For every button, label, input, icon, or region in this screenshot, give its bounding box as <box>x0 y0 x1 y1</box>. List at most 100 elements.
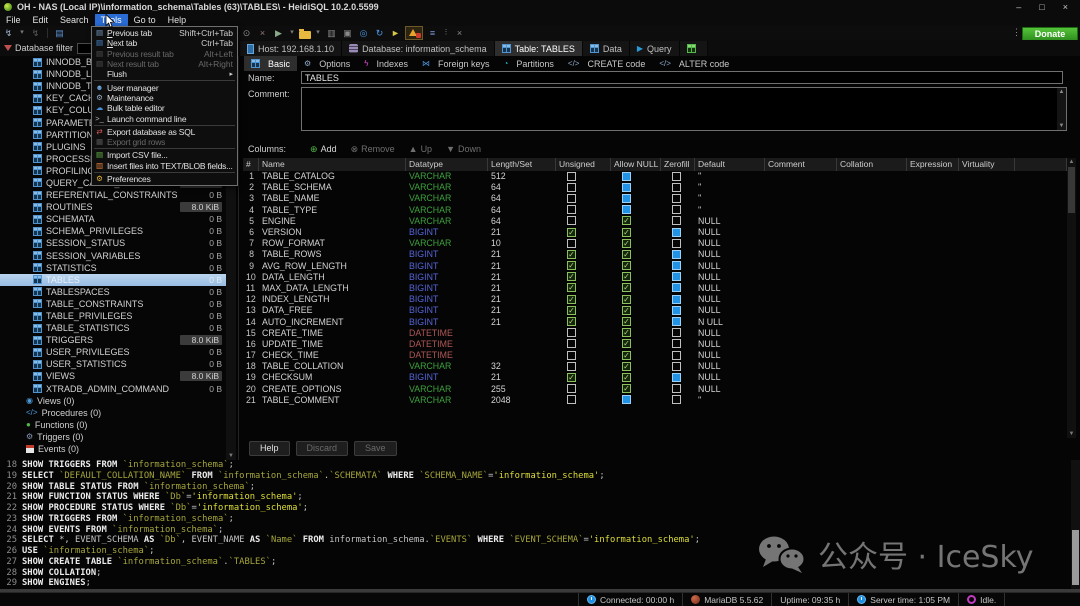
grid-row-table-catalog[interactable]: 1TABLE_CATALOGVARCHAR512'' <box>243 171 1067 182</box>
cell-length[interactable]: 21 <box>488 317 556 327</box>
menu-search[interactable]: Search <box>54 14 95 26</box>
donate-button[interactable]: Donate <box>1022 27 1078 41</box>
cell-datatype[interactable]: BIGINT <box>406 305 488 315</box>
grid-row-table-schema[interactable]: 2TABLE_SCHEMAVARCHAR64'' <box>243 182 1067 193</box>
subtab-foreign-keys[interactable]: ⋈Foreign keys <box>415 56 497 71</box>
grid-row-check-time[interactable]: 17CHECK_TIMEDATETIMENULL <box>243 350 1067 361</box>
menu-edit[interactable]: Edit <box>27 14 55 26</box>
checkbox-allow-null[interactable] <box>622 216 631 225</box>
checkbox-unsigned[interactable] <box>567 239 576 248</box>
cell-length[interactable]: 64 <box>488 216 556 226</box>
grid-row-data-length[interactable]: 10DATA_LENGTHBIGINT21NULL <box>243 271 1067 282</box>
tree-item-procedures-0[interactable]: </>Procedures (0) <box>0 407 226 419</box>
checkbox-allow-null[interactable] <box>622 306 631 315</box>
grid-header-filler[interactable] <box>1015 158 1067 171</box>
menu-go-to[interactable]: Go to <box>128 14 162 26</box>
cell-datatype[interactable]: VARCHAR <box>406 193 488 203</box>
grid-header-zerofill[interactable]: Zerofill <box>661 158 695 171</box>
checkbox-allow-null[interactable] <box>622 205 631 214</box>
grid-header-unsigned[interactable]: Unsigned <box>556 158 611 171</box>
tree-item-tables[interactable]: TABLES0 B <box>0 274 226 286</box>
grid-row-max-data-length[interactable]: 11MAX_DATA_LENGTHBIGINT21NULL <box>243 282 1067 293</box>
cell-datatype[interactable]: BIGINT <box>406 272 488 282</box>
cell-default[interactable]: NULL <box>695 227 765 237</box>
checkbox-zerofill[interactable] <box>672 373 681 382</box>
save-button[interactable]: Save <box>354 441 397 456</box>
grid-row-update-time[interactable]: 16UPDATE_TIMEDATETIMENULL <box>243 338 1067 349</box>
checkbox-zerofill[interactable] <box>672 362 681 371</box>
checkbox-allow-null[interactable] <box>622 261 631 270</box>
cell-length[interactable]: 32 <box>488 361 556 371</box>
table-name-input[interactable] <box>301 71 1063 84</box>
tree-item-table-privileges[interactable]: TABLE_PRIVILEGES0 B <box>0 310 226 322</box>
menu-item-next-tab[interactable]: ▤Next tabCtrl+Tab <box>92 38 237 48</box>
grid-row-avg-row-length[interactable]: 9AVG_ROW_LENGTHBIGINT21NULL <box>243 260 1067 271</box>
help-button[interactable]: Help <box>249 441 290 456</box>
tree-item-events-0[interactable]: Events (0) <box>0 443 226 455</box>
folder-dropdown-icon[interactable]: ▾ <box>314 26 322 40</box>
warning-icon[interactable] <box>405 26 423 40</box>
scroll-down-icon[interactable]: ▼ <box>1067 430 1076 438</box>
menu-item-export-database-as-sql[interactable]: ⇄Export database as SQL <box>92 127 237 137</box>
cell-length[interactable]: 21 <box>488 272 556 282</box>
menu-item-preferences[interactable]: ⚙Preferences <box>92 174 237 184</box>
cell-default[interactable]: NULL <box>695 238 765 248</box>
grid-row-create-time[interactable]: 15CREATE_TIMEDATETIMENULL <box>243 327 1067 338</box>
checkbox-unsigned[interactable] <box>567 362 576 371</box>
tree-item-routines[interactable]: ROUTINES8.0 KiB <box>0 201 226 213</box>
cell-default[interactable]: NULL <box>695 350 765 360</box>
checkbox-unsigned[interactable] <box>567 194 576 203</box>
tree-item-schemata[interactable]: SCHEMATA0 B <box>0 213 226 225</box>
cell-name[interactable]: TABLE_COLLATION <box>259 361 406 371</box>
cell-length[interactable]: 64 <box>488 193 556 203</box>
cell-default[interactable]: NULL <box>695 272 765 282</box>
tree-item-user-statistics[interactable]: USER_STATISTICS0 B <box>0 358 226 370</box>
cell-length[interactable]: 255 <box>488 384 556 394</box>
grid-header-[interactable]: # <box>243 158 259 171</box>
subtab-create-code[interactable]: </>CREATE code <box>561 56 652 71</box>
run-dropdown-icon[interactable]: ▾ <box>288 26 296 40</box>
cell-length[interactable]: 2048 <box>488 395 556 405</box>
grid-row-table-comment[interactable]: 21TABLE_COMMENTVARCHAR2048'' <box>243 394 1067 405</box>
cell-datatype[interactable]: BIGINT <box>406 249 488 259</box>
subtab-options[interactable]: ⚙Options <box>297 56 357 71</box>
cell-default[interactable]: NULL <box>695 249 765 259</box>
checkbox-zerofill[interactable] <box>672 172 681 181</box>
cell-name[interactable]: CREATE_OPTIONS <box>259 384 406 394</box>
cell-default[interactable]: NULL <box>695 261 765 271</box>
cell-datatype[interactable]: BIGINT <box>406 261 488 271</box>
table-comment-input[interactable]: ▲▼ <box>301 87 1067 131</box>
checkbox-zerofill[interactable] <box>672 228 681 237</box>
checkbox-allow-null[interactable] <box>622 194 631 203</box>
grid-row-data-free[interactable]: 13DATA_FREEBIGINT21NULL <box>243 305 1067 316</box>
cell-name[interactable]: CHECKSUM <box>259 372 406 382</box>
tree-item-tablespaces[interactable]: TABLESPACES0 B <box>0 286 226 298</box>
checkbox-unsigned[interactable] <box>567 228 576 237</box>
grid-header-name[interactable]: Name <box>259 158 406 171</box>
tree-item-user-privileges[interactable]: USER_PRIVILEGES0 B <box>0 346 226 358</box>
maximize-button[interactable]: □ <box>1039 2 1044 12</box>
cell-default[interactable]: '' <box>695 182 765 192</box>
run-icon[interactable]: ▶ <box>272 26 285 40</box>
scroll-up-icon[interactable]: ▲ <box>1067 158 1076 166</box>
tree-item-session-status[interactable]: SESSION_STATUS0 B <box>0 237 226 249</box>
discard-button[interactable]: Discard <box>296 441 349 456</box>
cell-default[interactable]: N ULL <box>695 317 765 327</box>
cell-datatype[interactable]: VARCHAR <box>406 171 488 181</box>
checkbox-zerofill[interactable] <box>672 295 681 304</box>
menu-item-flush[interactable]: Flush▸ <box>92 69 237 79</box>
cell-length[interactable]: 21 <box>488 227 556 237</box>
checkbox-unsigned[interactable] <box>567 250 576 259</box>
cell-name[interactable]: UPDATE_TIME <box>259 339 406 349</box>
tree-item-statistics[interactable]: STATISTICS0 B <box>0 262 226 274</box>
connect-icon[interactable]: ↯ <box>2 26 15 40</box>
cell-datatype[interactable]: DATETIME <box>406 328 488 338</box>
menu-item-maintenance[interactable]: ⚙Maintenance <box>92 93 237 103</box>
cell-length[interactable]: 21 <box>488 261 556 271</box>
cell-name[interactable]: TABLE_ROWS <box>259 249 406 259</box>
grid-row-index-length[interactable]: 12INDEX_LENGTHBIGINT21NULL <box>243 294 1067 305</box>
checkbox-zerofill[interactable] <box>672 283 681 292</box>
tree-item-triggers-0[interactable]: ⚙Triggers (0) <box>0 431 226 443</box>
cell-length[interactable]: 64 <box>488 205 556 215</box>
comment-scrollbar[interactable]: ▲▼ <box>1057 88 1066 130</box>
